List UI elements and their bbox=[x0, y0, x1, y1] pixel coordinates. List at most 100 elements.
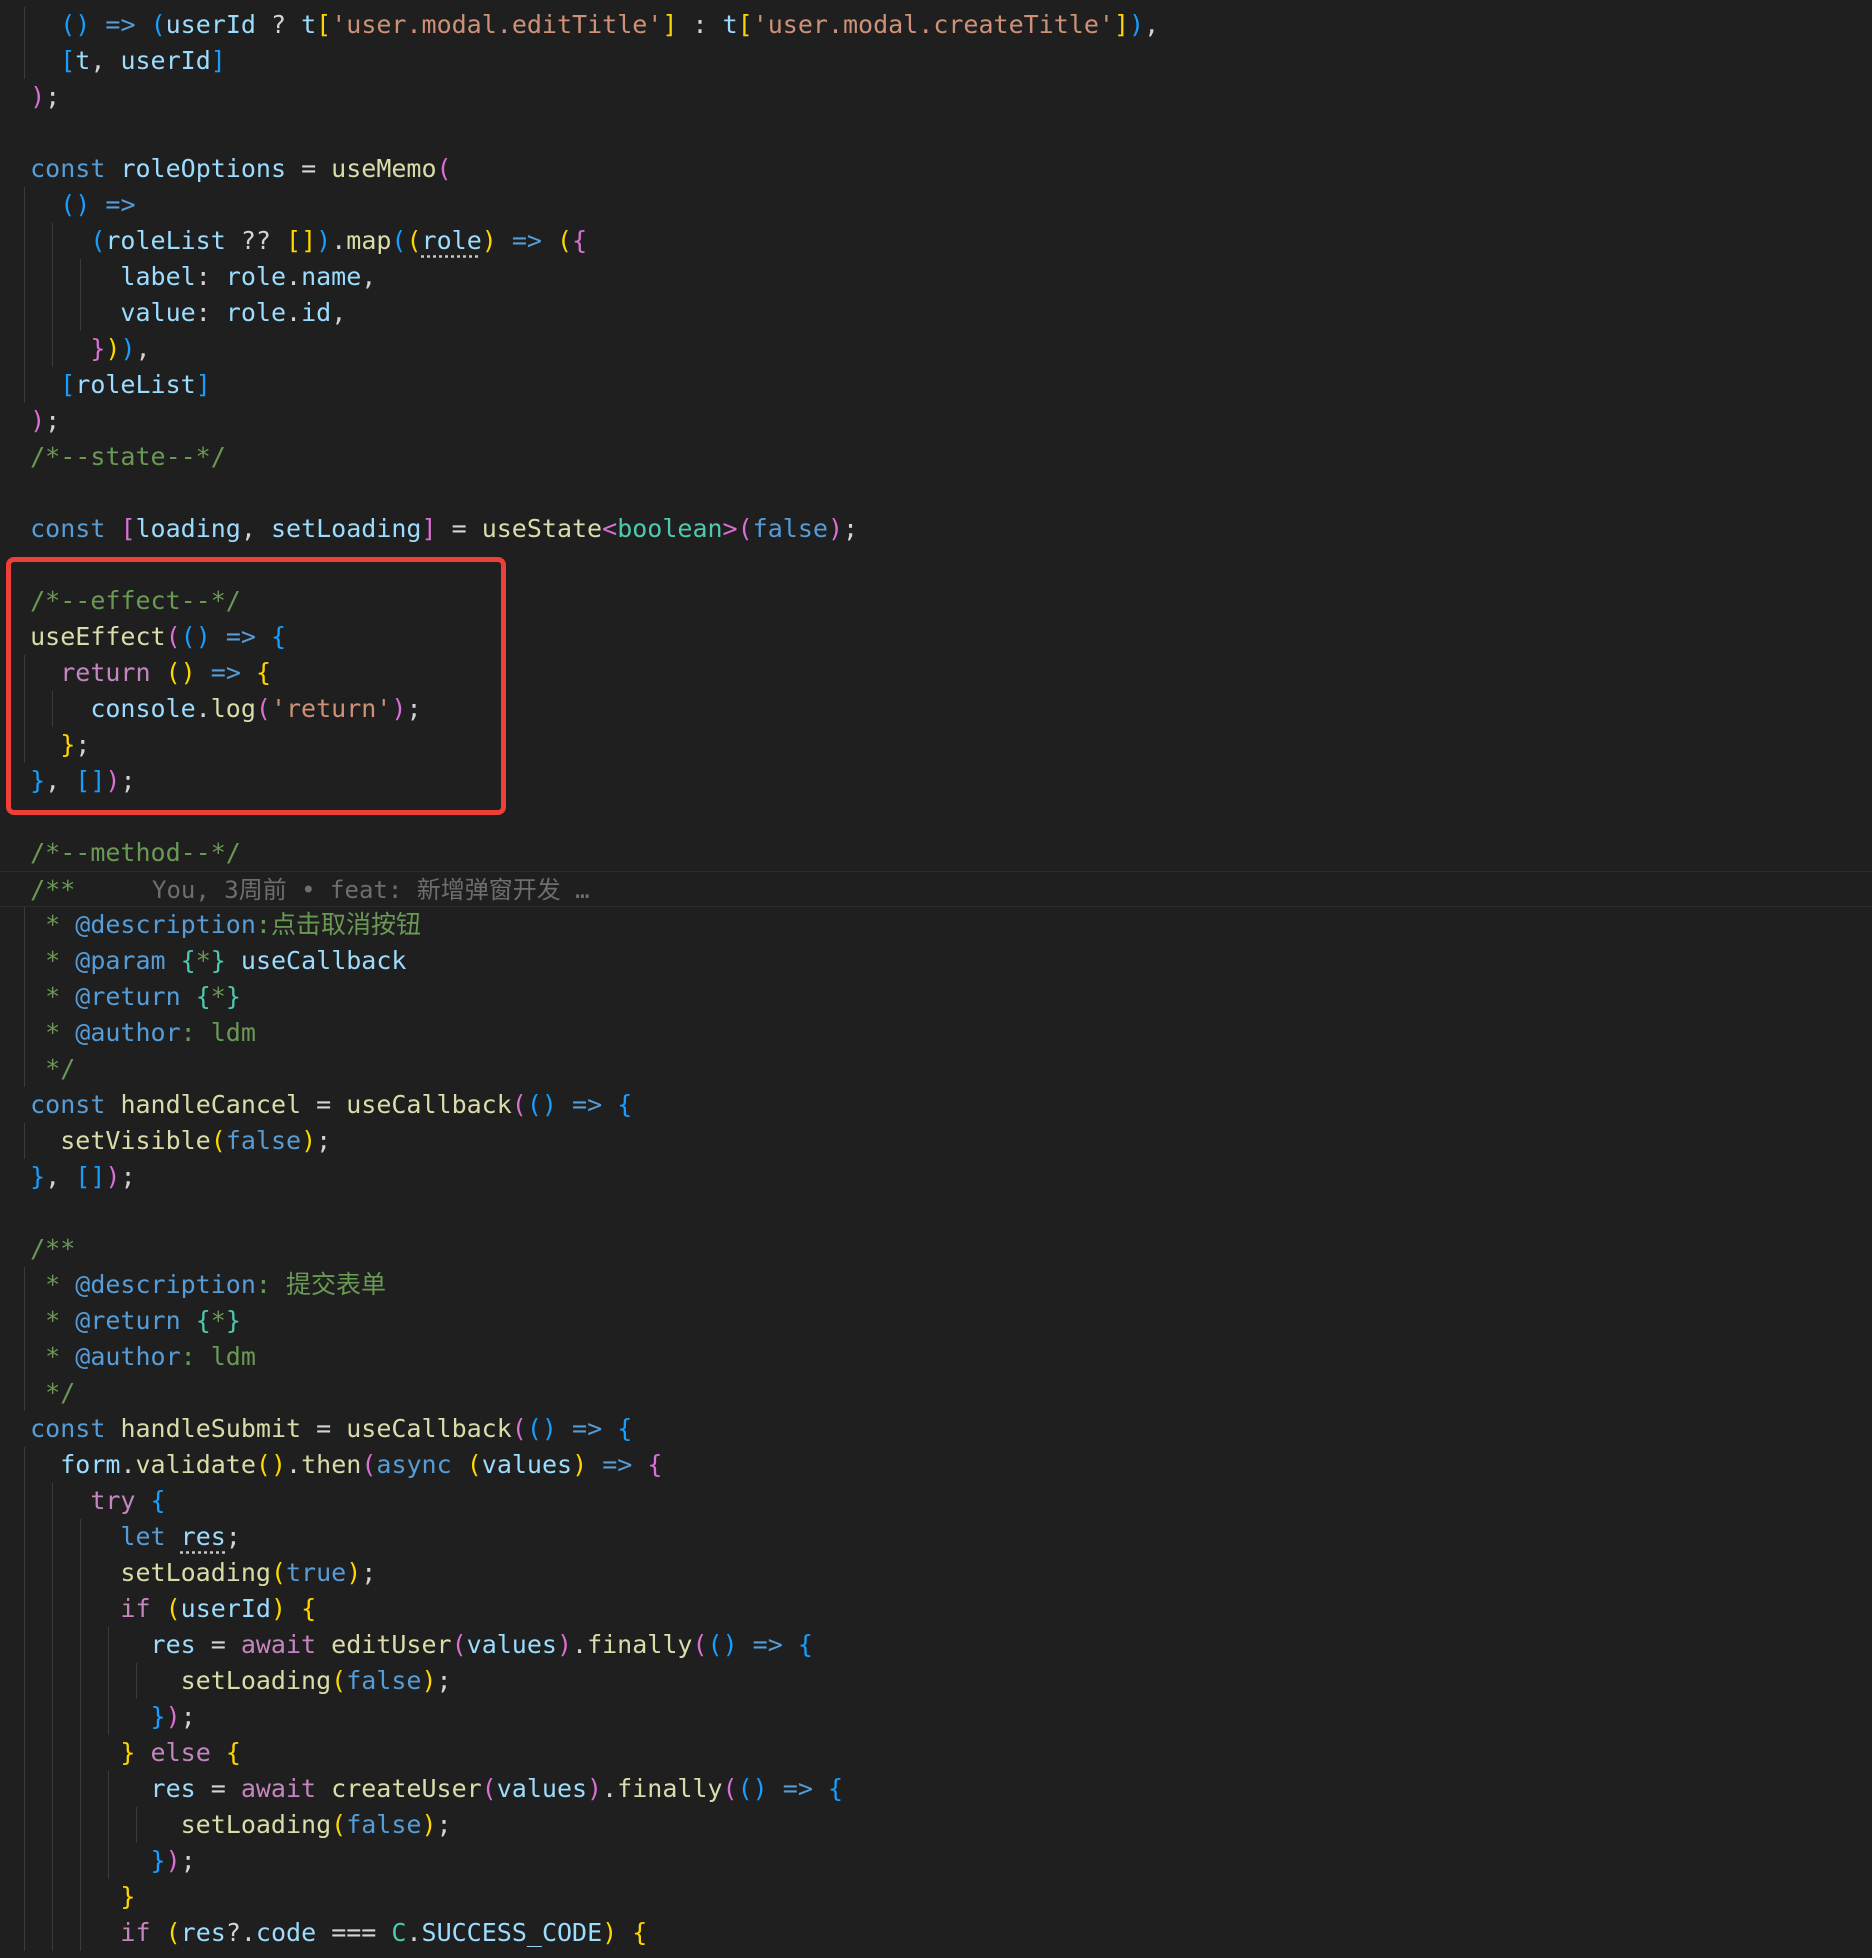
code-token: setLoading bbox=[270, 514, 422, 543]
code-line[interactable]: (roleList ?? []).map((role) => ({ bbox=[0, 223, 1872, 259]
code-token: res bbox=[150, 1630, 196, 1659]
code-token: [ bbox=[286, 226, 302, 255]
code-line[interactable]: /*--effect--*/ bbox=[0, 583, 1872, 619]
code-token: [ bbox=[60, 370, 76, 399]
code-line[interactable] bbox=[0, 547, 1872, 583]
code-text: }, []); bbox=[0, 1159, 136, 1195]
code-line[interactable]: console.log('return'); bbox=[0, 691, 1872, 727]
code-line[interactable] bbox=[0, 1195, 1872, 1231]
code-line[interactable]: setVisible(false); bbox=[0, 1123, 1872, 1159]
code-editor[interactable]: () => (userId ? t['user.modal.editTitle'… bbox=[0, 0, 1872, 1958]
code-token: useEffect bbox=[30, 622, 166, 651]
code-token: } bbox=[120, 1738, 136, 1767]
git-blame-annotation[interactable]: You, 3周前 • feat: 新增弹窗开发 … bbox=[152, 872, 590, 908]
code-token: = bbox=[195, 1630, 241, 1659]
code-token: ) bbox=[270, 1450, 287, 1479]
code-line[interactable]: * @author: ldm bbox=[0, 1015, 1872, 1051]
code-line[interactable]: ); bbox=[0, 403, 1872, 439]
code-line[interactable]: [t, userId] bbox=[0, 43, 1872, 79]
code-line[interactable]: label: role.name, bbox=[0, 259, 1872, 295]
code-token: ] bbox=[90, 766, 106, 795]
code-token: await bbox=[240, 1774, 317, 1803]
code-line[interactable]: setLoading(false); bbox=[0, 1807, 1872, 1843]
code-token: id bbox=[301, 298, 332, 327]
code-line[interactable]: * @return {*} bbox=[0, 1303, 1872, 1339]
code-line[interactable]: ); bbox=[0, 79, 1872, 115]
code-line[interactable]: useEffect(() => { bbox=[0, 619, 1872, 655]
code-line[interactable]: }); bbox=[0, 1699, 1872, 1735]
code-line[interactable]: } else { bbox=[0, 1735, 1872, 1771]
code-line[interactable]: /** bbox=[0, 1231, 1872, 1267]
code-text: () => (userId ? t['user.modal.editTitle'… bbox=[0, 7, 1159, 43]
code-line[interactable]: setLoading(false); bbox=[0, 1663, 1872, 1699]
code-token: ( bbox=[165, 622, 181, 651]
code-line[interactable]: try { bbox=[0, 1483, 1872, 1519]
code-token: ) bbox=[301, 1126, 317, 1155]
code-line[interactable]: if (userId) { bbox=[0, 1591, 1872, 1627]
code-line[interactable]: }); bbox=[0, 1843, 1872, 1879]
code-line[interactable]: () => (userId ? t['user.modal.editTitle'… bbox=[0, 7, 1872, 43]
code-line[interactable]: * @return {*} bbox=[0, 979, 1872, 1015]
code-token: roleOptions bbox=[120, 154, 287, 183]
code-line[interactable]: } bbox=[0, 1879, 1872, 1915]
code-token: ) bbox=[391, 694, 407, 723]
code-line[interactable]: res = await editUser(values).finally(() … bbox=[0, 1627, 1872, 1663]
code-token: ( bbox=[707, 1630, 723, 1659]
code-line[interactable]: })), bbox=[0, 331, 1872, 367]
code-token: ) bbox=[421, 1666, 437, 1695]
code-token: ; bbox=[120, 1162, 136, 1191]
code-line[interactable]: setLoading(true); bbox=[0, 1555, 1872, 1591]
code-token: ( bbox=[165, 658, 181, 687]
code-token: = bbox=[301, 1414, 347, 1443]
code-token: await bbox=[240, 1630, 317, 1659]
code-line[interactable]: */ bbox=[0, 1375, 1872, 1411]
code-line[interactable]: form.validate().then(async (values) => { bbox=[0, 1447, 1872, 1483]
code-line[interactable]: * @description: 提交表单 bbox=[0, 1267, 1872, 1303]
code-token: ( bbox=[150, 10, 166, 39]
code-token: userId bbox=[165, 10, 256, 39]
code-line[interactable]: * @description:点击取消按钮 bbox=[0, 907, 1872, 943]
code-line[interactable]: const [loading, setLoading] = useState<b… bbox=[0, 511, 1872, 547]
code-line[interactable]: let res; bbox=[0, 1519, 1872, 1555]
code-token: ) bbox=[602, 1918, 618, 1947]
code-token: ( bbox=[60, 190, 76, 219]
code-line[interactable]: if (res?.code === C.SUCCESS_CODE) { bbox=[0, 1915, 1872, 1951]
code-token: /*--effect--*/ bbox=[30, 586, 241, 615]
code-line[interactable]: }, []); bbox=[0, 1159, 1872, 1195]
code-line[interactable]: }, []); bbox=[0, 763, 1872, 799]
code-line[interactable]: () => bbox=[0, 187, 1872, 223]
code-line[interactable]: res = await createUser(values).finally((… bbox=[0, 1771, 1872, 1807]
code-token: ; bbox=[436, 1666, 452, 1695]
code-token: ( bbox=[406, 226, 422, 255]
code-line[interactable]: }; bbox=[0, 727, 1872, 763]
code-line[interactable]: * @author: ldm bbox=[0, 1339, 1872, 1375]
code-token: : 提交表单 bbox=[255, 1270, 386, 1299]
code-line[interactable]: return () => { bbox=[0, 655, 1872, 691]
code-token: async bbox=[376, 1450, 452, 1479]
code-token: ; bbox=[406, 694, 422, 723]
code-line[interactable] bbox=[0, 799, 1872, 835]
code-line[interactable] bbox=[0, 475, 1872, 511]
code-token: } bbox=[225, 1306, 241, 1335]
code-token: } bbox=[90, 334, 106, 363]
code-line[interactable]: const handleSubmit = useCallback(() => { bbox=[0, 1411, 1872, 1447]
code-line[interactable]: /** You, 3周前 • feat: 新增弹窗开发 … bbox=[0, 871, 1872, 907]
code-line[interactable]: /*--state--*/ bbox=[0, 439, 1872, 475]
code-text: * @return {*} bbox=[0, 1303, 241, 1339]
code-line[interactable]: [roleList] bbox=[0, 367, 1872, 403]
code-line[interactable]: const handleCancel = useCallback(() => { bbox=[0, 1087, 1872, 1123]
code-line[interactable] bbox=[0, 115, 1872, 151]
code-line[interactable]: value: role.id, bbox=[0, 295, 1872, 331]
code-line[interactable]: /*--method--*/ bbox=[0, 835, 1872, 871]
code-line[interactable]: const roleOptions = useMemo( bbox=[0, 151, 1872, 187]
code-line[interactable]: */ bbox=[0, 1051, 1872, 1087]
code-text: * @return {*} bbox=[0, 979, 241, 1015]
code-line[interactable]: * @param {*} useCallback bbox=[0, 943, 1872, 979]
code-token: ( bbox=[436, 154, 452, 183]
